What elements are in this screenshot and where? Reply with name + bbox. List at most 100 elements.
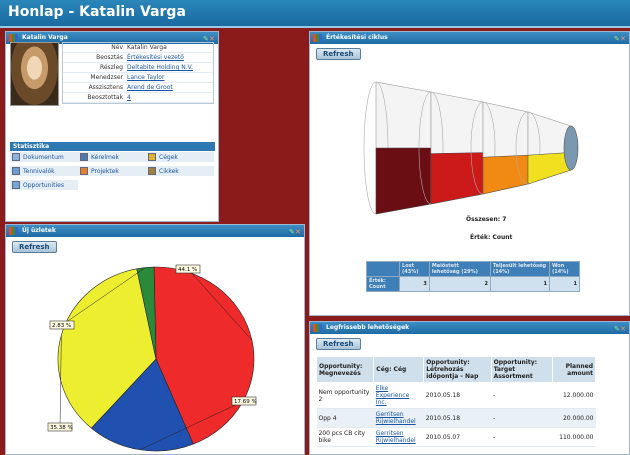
profile-field-value[interactable]: 4 — [127, 94, 213, 101]
new-deals-panel: Új üzletek ✎✕ Refresh 44.1 % 17.69 % 35.38… — [5, 224, 305, 455]
profile-field-label: Beosztottak — [87, 94, 123, 101]
planned-amount: 12.000.00 — [552, 382, 596, 409]
company-link[interactable]: Gerritsen Rijwielhandel — [373, 427, 424, 447]
requests-icon — [80, 153, 88, 161]
table-cell: 3 — [399, 276, 430, 292]
stat-item-opportunities[interactable]: Opportunities — [10, 180, 78, 190]
companies-icon — [148, 153, 156, 161]
created-date: 2010.05.07 — [423, 427, 492, 447]
profile-row: Beosztottak 4 — [63, 93, 213, 103]
funnel-chart — [363, 81, 579, 215]
funnel-end-cap — [563, 125, 579, 171]
latest-opportunities-panel-title: Legfrissebb lehetőségek — [326, 324, 410, 331]
table-cell: 1 — [489, 276, 550, 292]
chart-icon — [313, 324, 322, 332]
tasks-icon — [12, 167, 20, 175]
profile-row: Menedzser Lance Taylor — [63, 73, 213, 83]
pie-label-text: 35.38 % — [50, 425, 73, 431]
created-date: 2010.05.18 — [423, 408, 492, 428]
document-icon — [12, 153, 20, 161]
table-header-cell[interactable]: Planned amount — [552, 356, 596, 383]
table-row[interactable]: Nem opportunity 2 Elke Experience Inc. 201… — [316, 382, 596, 409]
company-link[interactable]: Gerritsen Rijwielhandel — [373, 408, 424, 428]
profile-field-label: Részleg — [99, 64, 123, 71]
opportunities-table: Opportunity: Megnevezés Cég: Cég Opportuni… — [315, 356, 596, 447]
stat-item-label: Projektek — [91, 167, 119, 175]
table-row-label: Érték: Count — [365, 276, 401, 292]
table-header-cell: Teljesült lehetőség (14%) — [489, 261, 550, 277]
stat-item-tennivalók[interactable]: Tennivalók — [10, 166, 78, 176]
target-assortment: - — [491, 427, 553, 447]
company-link[interactable]: Elke Experience Inc. — [373, 382, 424, 409]
funnel-value-label: Érték: Count — [470, 234, 513, 241]
stat-item-label: Opportunities — [23, 181, 64, 189]
created-date: 2010.05.18 — [423, 382, 492, 409]
profile-panel-title: Katalin Varga — [22, 34, 68, 41]
projects-icon — [80, 167, 88, 175]
table-header-cell — [365, 261, 401, 277]
planned-amount: 110.000.00 — [552, 427, 596, 447]
stat-item-cégek[interactable]: Cégek — [146, 152, 214, 162]
profile-row: Beosztás Értékesítési vezető — [63, 53, 213, 63]
close-icon[interactable]: ✕ — [620, 323, 626, 335]
pie-label-text: 2.83 % — [52, 323, 71, 329]
profile-field-label: Név — [111, 44, 123, 51]
stat-item-dokumentum[interactable]: Dokumentum — [10, 152, 78, 162]
table-header-cell[interactable]: Opportunity: Megnevezés — [315, 356, 375, 383]
opportunity-name: Opp 4 — [316, 408, 374, 428]
table-header-row: Opportunity: Megnevezés Cég: Cég Opportuni… — [315, 356, 596, 383]
pie-label: 44.1 % — [175, 264, 201, 274]
pie-chart: 44.1 % 17.69 % 35.38 % 2.83 % — [47, 264, 257, 452]
planned-amount: 20.000.00 — [552, 408, 596, 428]
pie-label-text: 44.1 % — [178, 267, 197, 273]
sales-cycle-panel: Értékesítési ciklus ✎✕ Refresh Összesen:… — [309, 31, 630, 316]
table-header-cell[interactable]: Cég: Cég — [373, 356, 425, 383]
table-header-row: Lost (43%) Maiöstett lehetőség (29%) Telje… — [365, 261, 581, 277]
profile-field-value[interactable]: Deltabite Holding N.V. — [127, 64, 213, 71]
profile-field-label: Menedzser — [90, 74, 123, 81]
table-header-cell: Maiöstett lehetőség (29%) — [428, 261, 491, 277]
profile-field-label: Beosztás — [96, 54, 123, 61]
pie-label-text: 17.69 % — [234, 399, 257, 405]
latest-opportunities-panel: Legfrissebb lehetőségek ✎✕ Refresh Oppor… — [309, 321, 630, 455]
stats-grid: Dokumentum Kérelmek Cégek Tennivalók Projekt… — [10, 152, 215, 190]
funnel-fill — [482, 154, 529, 195]
refresh-button[interactable]: Refresh — [316, 338, 361, 350]
stat-item-label: Cégek — [159, 153, 178, 161]
target-assortment: - — [491, 382, 553, 409]
pie-label: 35.38 % — [47, 422, 73, 432]
profile-row: Asszisztens Arend de Groot — [63, 83, 213, 93]
stat-item-kérelmek[interactable]: Kérelmek — [78, 152, 146, 162]
table-row[interactable]: 200 pcs CB city bike Gerritsen Rijwielhan… — [316, 427, 596, 447]
table-header-cell: Won (14%) — [548, 261, 581, 277]
stat-item-projektek[interactable]: Projektek — [78, 166, 146, 176]
funnel-fill — [430, 152, 484, 205]
stats-header: Statisztika — [10, 142, 215, 151]
stat-item-label: Tennivalók — [23, 167, 55, 175]
articles-icon — [148, 167, 156, 175]
table-header-cell: Lost (43%) — [399, 261, 430, 277]
profile-field-value[interactable]: Lance Taylor — [127, 74, 213, 81]
table-cell: 2 — [428, 276, 491, 292]
latest-opportunities-panel-header: Legfrissebb lehetőségek ✎✕ — [310, 322, 629, 334]
page-title: Honlap - Katalin Varga — [8, 4, 186, 20]
table-row[interactable]: Opp 4 Gerritsen Rijwielhandel 2010.05.18-2… — [316, 408, 596, 428]
stat-item-cikkek[interactable]: Cikkek — [146, 166, 214, 176]
profile-row: Név Katalin Varga — [63, 43, 213, 53]
pie-label: 2.83 % — [49, 320, 75, 330]
profile-field-value: Katalin Varga — [127, 44, 167, 51]
table-header-cell[interactable]: Opportunity: Létrehozás időpontja - Nap — [423, 356, 492, 383]
funnel-fill — [375, 147, 432, 215]
profile-field-value[interactable]: Értékesítési vezető — [127, 54, 213, 61]
table-cell: 1 — [548, 276, 581, 292]
funnel-total-label: Összesen: 7 — [466, 216, 507, 223]
profile-field-value[interactable]: Arend de Groot — [127, 84, 213, 91]
stat-item-label: Cikkek — [159, 167, 179, 175]
table-header-cell[interactable]: Opportunity: Target Assortment — [490, 356, 554, 383]
target-assortment: - — [491, 408, 553, 428]
profile-row: Részleg Deltabite Holding N.V. — [63, 63, 213, 73]
profile-info-table: Név Katalin Varga Beosztás Értékesítési vez… — [62, 42, 214, 104]
sales-cycle-table: Lost (43%) Maiöstett lehetőség (29%) Telje… — [365, 261, 581, 292]
profile-field-label: Asszisztens — [88, 84, 123, 91]
page-header: Honlap - Katalin Varga — [0, 0, 630, 28]
